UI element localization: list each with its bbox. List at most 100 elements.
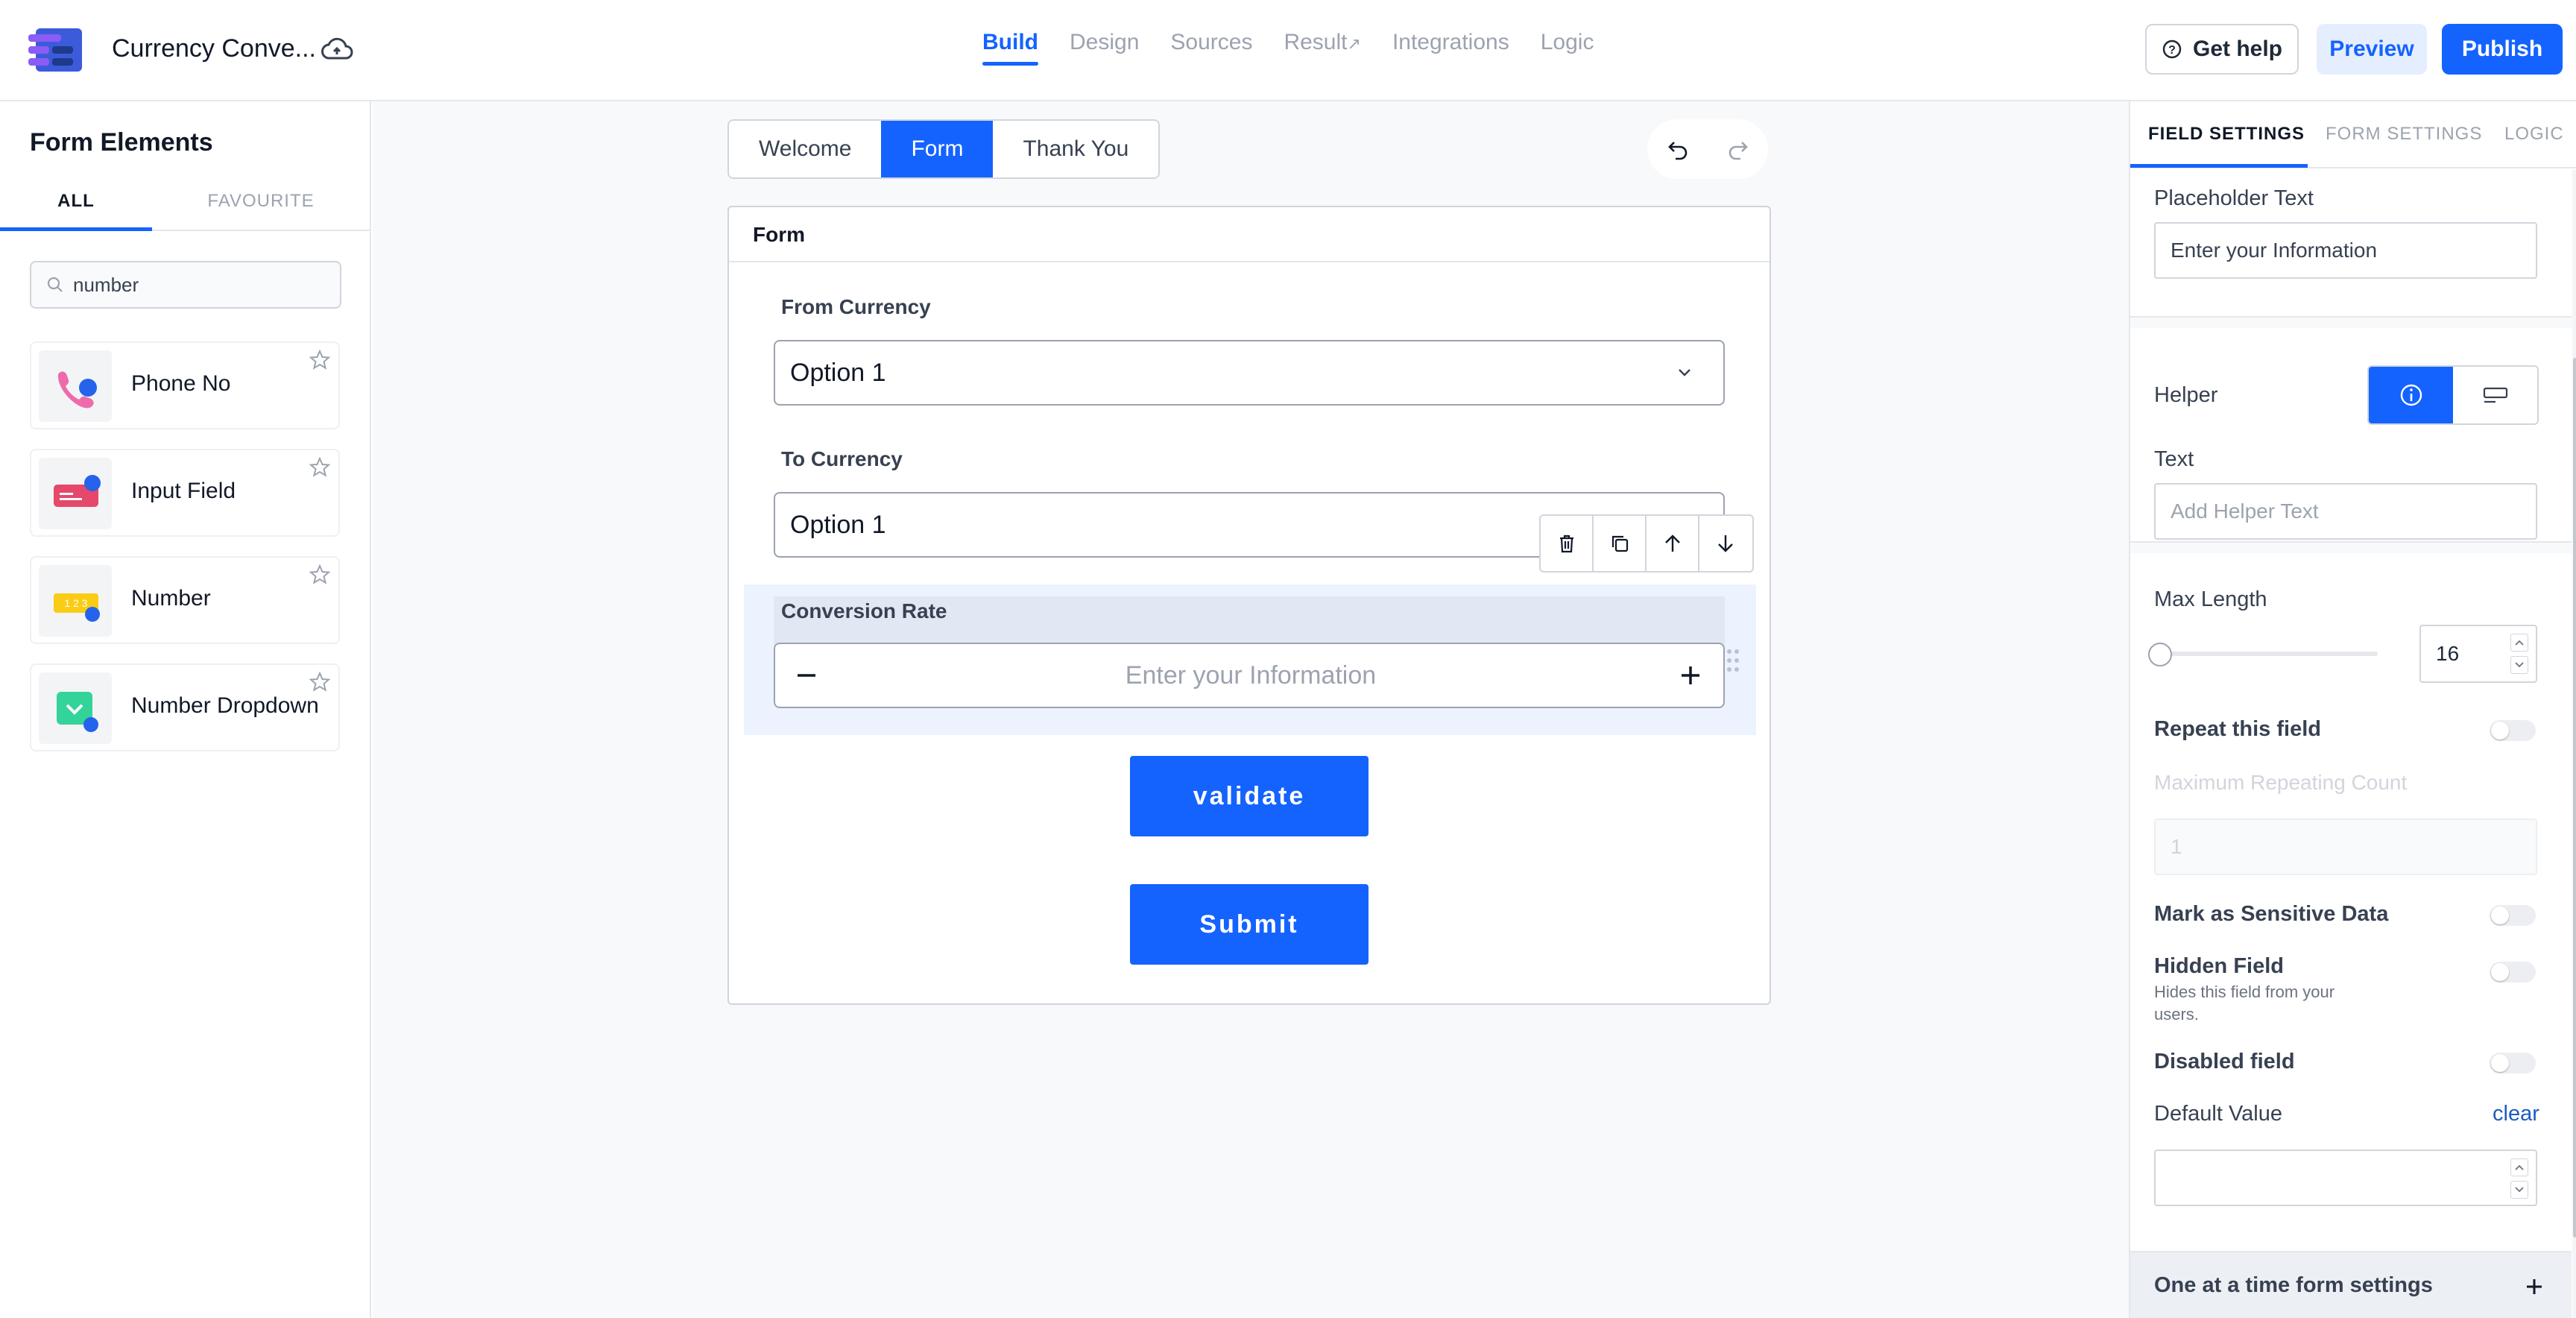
form-canvas: Welcome Form Thank You Form From Currenc…: [373, 101, 2129, 1318]
page-tab-thank-you[interactable]: Thank You: [993, 121, 1159, 177]
plus-icon[interactable]: [1674, 659, 1707, 692]
undo-icon[interactable]: [1665, 136, 1690, 162]
drag-handle-icon[interactable]: [1725, 646, 1743, 675]
helper-section: Helper Text: [2130, 328, 2572, 543]
svg-text:1 2 3: 1 2 3: [64, 597, 87, 609]
tab-field-settings[interactable]: FIELD SETTINGS: [2148, 124, 2305, 145]
helper-mode-toggle: [2367, 365, 2539, 425]
active-tab-indicator: [2130, 164, 2308, 168]
default-value-label: Default Value: [2154, 1102, 2282, 1126]
default-value-input[interactable]: [2154, 1150, 2537, 1206]
star-icon[interactable]: [309, 456, 331, 479]
star-icon[interactable]: [309, 671, 331, 693]
tab-logic[interactable]: LOGIC: [2504, 124, 2564, 145]
app-logo-icon[interactable]: [28, 28, 82, 72]
redo-icon[interactable]: [1726, 136, 1751, 162]
preview-button[interactable]: Preview: [2317, 24, 2427, 75]
top-bar: Currency Conve... Build Design Sources R…: [0, 0, 2576, 101]
hidden-field-description: Hides this field from your users.: [2154, 983, 2335, 1024]
spin-down-icon[interactable]: [2510, 656, 2528, 674]
placeholder-text-label: Placeholder Text: [2154, 186, 2314, 210]
conversion-rate-field[interactable]: [774, 643, 1725, 708]
conversion-rate-label: Conversion Rate: [781, 599, 947, 622]
clear-default-link[interactable]: clear: [2493, 1102, 2539, 1126]
element-label: Number Dropdown: [131, 693, 319, 718]
publish-button[interactable]: Publish: [2442, 24, 2563, 75]
repeat-field-label: Repeat this field: [2154, 717, 2321, 741]
tab-favourite[interactable]: FAVOURITE: [185, 182, 337, 231]
element-phone-no[interactable]: Phone No: [30, 341, 340, 429]
settings-tabs: FIELD SETTINGS FORM SETTINGS LOGIC: [2130, 101, 2576, 168]
validate-button[interactable]: validate: [1130, 756, 1368, 836]
helper-text-input[interactable]: [2154, 483, 2537, 540]
get-help-button[interactable]: ? Get help: [2145, 24, 2299, 75]
conversion-rate-input[interactable]: [850, 644, 1652, 707]
to-currency-label: To Currency: [781, 447, 903, 470]
nav-tab-build[interactable]: Build: [982, 30, 1038, 66]
arrow-up-icon: [1664, 535, 1680, 552]
spin-down-icon[interactable]: [2510, 1181, 2528, 1199]
submit-button[interactable]: Submit: [1130, 884, 1368, 965]
copy-icon: [1611, 535, 1628, 552]
cloud-save-icon[interactable]: [321, 36, 353, 64]
move-down-button[interactable]: [1699, 516, 1752, 571]
plus-icon: [2527, 1279, 2542, 1294]
info-icon: [2400, 384, 2422, 406]
tab-all[interactable]: ALL: [0, 182, 152, 231]
sensitive-data-label: Mark as Sensitive Data: [2154, 902, 2389, 926]
move-up-button[interactable]: [1647, 516, 1699, 571]
page-tab-welcome[interactable]: Welcome: [729, 121, 882, 177]
spin-up-icon[interactable]: [2510, 634, 2528, 652]
max-length-slider-track[interactable]: [2154, 652, 2378, 656]
form-title[interactable]: Currency Conve...: [112, 34, 316, 63]
disabled-field-toggle[interactable]: [2490, 1053, 2536, 1073]
max-repeat-count-label: Maximum Repeating Count: [2154, 771, 2408, 794]
helper-label: Helper: [2154, 383, 2218, 407]
sensitive-data-toggle[interactable]: [2490, 905, 2536, 926]
text-box-icon: [2483, 387, 2507, 403]
nav-tab-sources[interactable]: Sources: [1170, 30, 1252, 64]
settings-scrollbar-thumb[interactable]: [2573, 358, 2576, 1237]
placeholder-text-input[interactable]: [2154, 222, 2537, 279]
settings-panel: FIELD SETTINGS FORM SETTINGS LOGIC Place…: [2129, 101, 2576, 1318]
nav-tab-logic[interactable]: Logic: [1541, 30, 1594, 64]
star-icon[interactable]: [309, 349, 331, 371]
nav-tab-integrations[interactable]: Integrations: [1392, 30, 1509, 64]
to-currency-value: Option 1: [790, 511, 886, 539]
tab-form-settings[interactable]: FORM SETTINGS: [2326, 124, 2482, 145]
nav-tab-design[interactable]: Design: [1070, 30, 1139, 64]
spin-up-icon[interactable]: [2510, 1158, 2528, 1176]
star-icon[interactable]: [309, 564, 331, 586]
helper-text-option[interactable]: [2453, 367, 2537, 423]
undo-redo-group: [1647, 119, 1768, 179]
max-length-value: 16: [2436, 642, 2460, 665]
max-length-input[interactable]: 16: [2419, 625, 2537, 683]
search-input[interactable]: [73, 273, 326, 297]
element-label: Input Field: [131, 479, 236, 503]
number-icon: 1 2 3: [39, 565, 112, 637]
repeat-field-toggle[interactable]: [2490, 720, 2536, 741]
helper-tooltip-option[interactable]: [2369, 367, 2453, 423]
search-icon: [47, 277, 63, 292]
one-at-a-time-accordion[interactable]: One at a time form settings: [2130, 1251, 2572, 1318]
from-currency-label: From Currency: [781, 295, 931, 318]
element-input-field[interactable]: Input Field: [30, 449, 340, 537]
hidden-field-toggle[interactable]: [2490, 962, 2536, 983]
from-currency-value: Option 1: [790, 359, 886, 387]
external-link-icon: ↗: [1347, 34, 1361, 53]
phone-icon: [39, 350, 112, 422]
delete-field-button[interactable]: [1541, 516, 1594, 571]
element-number-dropdown[interactable]: Number Dropdown: [30, 663, 340, 751]
max-length-label: Max Length: [2154, 587, 2267, 611]
max-length-slider-thumb[interactable]: [2148, 643, 2172, 666]
arrow-down-icon: [1718, 535, 1734, 552]
from-currency-select[interactable]: Option 1: [774, 340, 1725, 406]
input-field-icon: [39, 458, 112, 529]
duplicate-field-button[interactable]: [1594, 516, 1647, 571]
chevron-down-icon: [1679, 369, 1690, 376]
element-search[interactable]: [30, 261, 341, 309]
element-number[interactable]: 1 2 3 Number: [30, 556, 340, 644]
nav-tab-result[interactable]: Result↗: [1284, 30, 1360, 64]
page-tab-form[interactable]: Form: [881, 121, 994, 177]
minus-icon[interactable]: [790, 659, 823, 692]
